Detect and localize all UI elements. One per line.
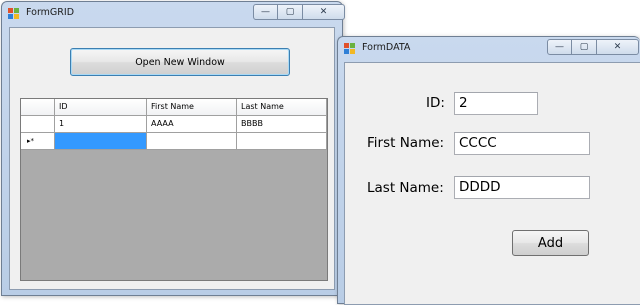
window-title: FormGRID (26, 7, 75, 18)
cell-last-name-new[interactable] (237, 133, 327, 150)
close-button[interactable]: ✕ (303, 4, 345, 20)
grid-header-row: ID First Name Last Name (21, 99, 327, 116)
column-header-first-name[interactable]: First Name (147, 99, 237, 116)
row-header[interactable] (21, 116, 55, 133)
cell-first-name-new[interactable] (147, 133, 237, 150)
windows-form-icon (8, 8, 20, 20)
id-field[interactable]: 2 (454, 92, 538, 115)
cell-first-name[interactable]: AAAA (147, 116, 237, 133)
form-grid-client: Open New Window ID First Name Last Name … (9, 27, 335, 290)
form-grid-window: FormGRID — ▢ ✕ Open New Window ID First … (1, 1, 345, 296)
last-name-label: Last Name: (367, 180, 444, 196)
maximize-button[interactable]: ▢ (572, 39, 597, 55)
new-row: ▸* (21, 133, 327, 150)
close-button[interactable]: ✕ (597, 39, 639, 55)
row-header-corner[interactable] (21, 99, 55, 116)
windows-form-icon (344, 43, 356, 55)
window-title: FormDATA (362, 42, 411, 53)
last-name-field[interactable]: DDDD (454, 176, 590, 199)
minimize-button[interactable]: — (253, 4, 278, 20)
form-data-client: ID: 2 First Name: CCCC Last Name: DDDD A… (344, 62, 640, 305)
maximize-button[interactable]: ▢ (278, 4, 303, 20)
form-data-titlebar[interactable]: FormDATA — ▢ ✕ (338, 37, 640, 61)
first-name-field[interactable]: CCCC (454, 132, 590, 155)
cell-id-new[interactable] (55, 133, 147, 150)
new-row-marker-icon[interactable]: ▸* (21, 133, 55, 150)
form-grid-titlebar[interactable]: FormGRID — ▢ ✕ (2, 2, 345, 26)
column-header-last-name[interactable]: Last Name (237, 99, 327, 116)
column-header-id[interactable]: ID (55, 99, 147, 116)
cell-last-name[interactable]: BBBB (237, 116, 327, 133)
add-button[interactable]: Add (512, 230, 589, 256)
open-new-window-button[interactable]: Open New Window (70, 48, 290, 76)
cell-id[interactable]: 1 (55, 116, 147, 133)
data-grid[interactable]: ID First Name Last Name 1 AAAA BBBB ▸* (20, 98, 328, 281)
id-label: ID: (426, 95, 445, 111)
table-row: 1 AAAA BBBB (21, 116, 327, 133)
first-name-label: First Name: (367, 135, 445, 151)
form-data-window: FormDATA — ▢ ✕ ID: 2 First Name: CCCC La… (337, 36, 640, 305)
minimize-button[interactable]: — (547, 39, 572, 55)
